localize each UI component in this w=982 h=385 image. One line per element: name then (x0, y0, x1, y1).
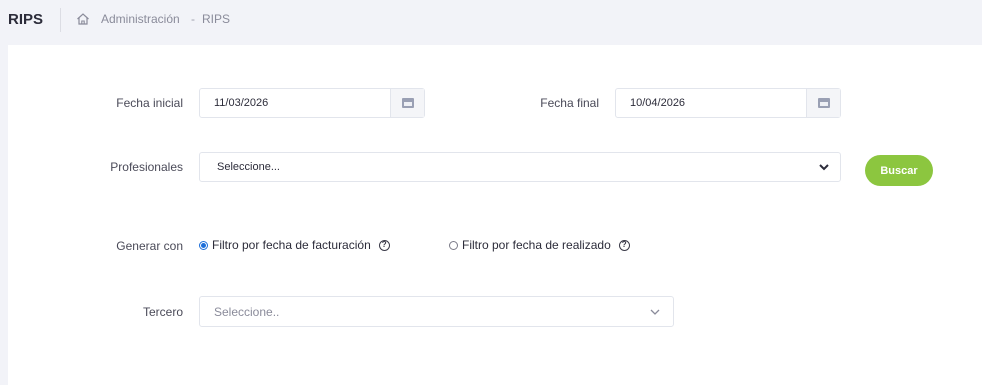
fecha-final-input[interactable] (616, 89, 806, 117)
fecha-inicial-label: Fecha inicial (116, 96, 183, 110)
breadcrumb-separator: - (191, 12, 195, 26)
chevron-down-icon (650, 309, 660, 315)
profesionales-select[interactable]: Seleccione... (199, 152, 841, 182)
breadcrumb-administracion[interactable]: Administración (101, 12, 180, 26)
radio-filtro-facturacion-label: Filtro por fecha de facturación (212, 238, 371, 252)
profesionales-selected-value: Seleccione... (217, 161, 280, 173)
calendar-icon (817, 98, 830, 108)
help-circle-icon[interactable]: ? (378, 239, 390, 251)
buscar-button[interactable]: Buscar (865, 155, 933, 186)
fecha-final-field (615, 88, 841, 118)
fecha-final-calendar-button[interactable] (806, 89, 840, 117)
tercero-label: Tercero (142, 305, 183, 319)
tercero-placeholder: Seleccione.. (214, 304, 280, 319)
fecha-inicial-input[interactable] (200, 89, 390, 117)
radio-button-checked[interactable] (199, 240, 208, 250)
radio-button-unchecked[interactable] (449, 240, 458, 250)
fecha-final-label: Fecha final (540, 96, 599, 110)
header-divider (60, 8, 61, 32)
calendar-icon (401, 98, 414, 108)
generar-con-label: Generar con (116, 239, 183, 253)
breadcrumb-rips[interactable]: RIPS (202, 12, 230, 26)
fecha-inicial-calendar-button[interactable] (390, 89, 424, 117)
profesionales-label: Profesionales (110, 160, 183, 174)
radio-filtro-facturacion[interactable]: Filtro por fecha de facturación ? (199, 238, 390, 252)
tercero-select[interactable]: Seleccione.. (199, 296, 674, 327)
fecha-inicial-field (199, 88, 425, 118)
home-icon[interactable] (76, 12, 90, 26)
chevron-down-icon (819, 164, 829, 171)
radio-filtro-realizado[interactable]: Filtro por fecha de realizado ? (449, 238, 630, 252)
radio-filtro-realizado-label: Filtro por fecha de realizado (462, 238, 611, 252)
page-title: RIPS (8, 11, 44, 28)
help-circle-icon[interactable]: ? (618, 239, 630, 251)
top-bar: RIPS Administración - RIPS (0, 0, 982, 40)
